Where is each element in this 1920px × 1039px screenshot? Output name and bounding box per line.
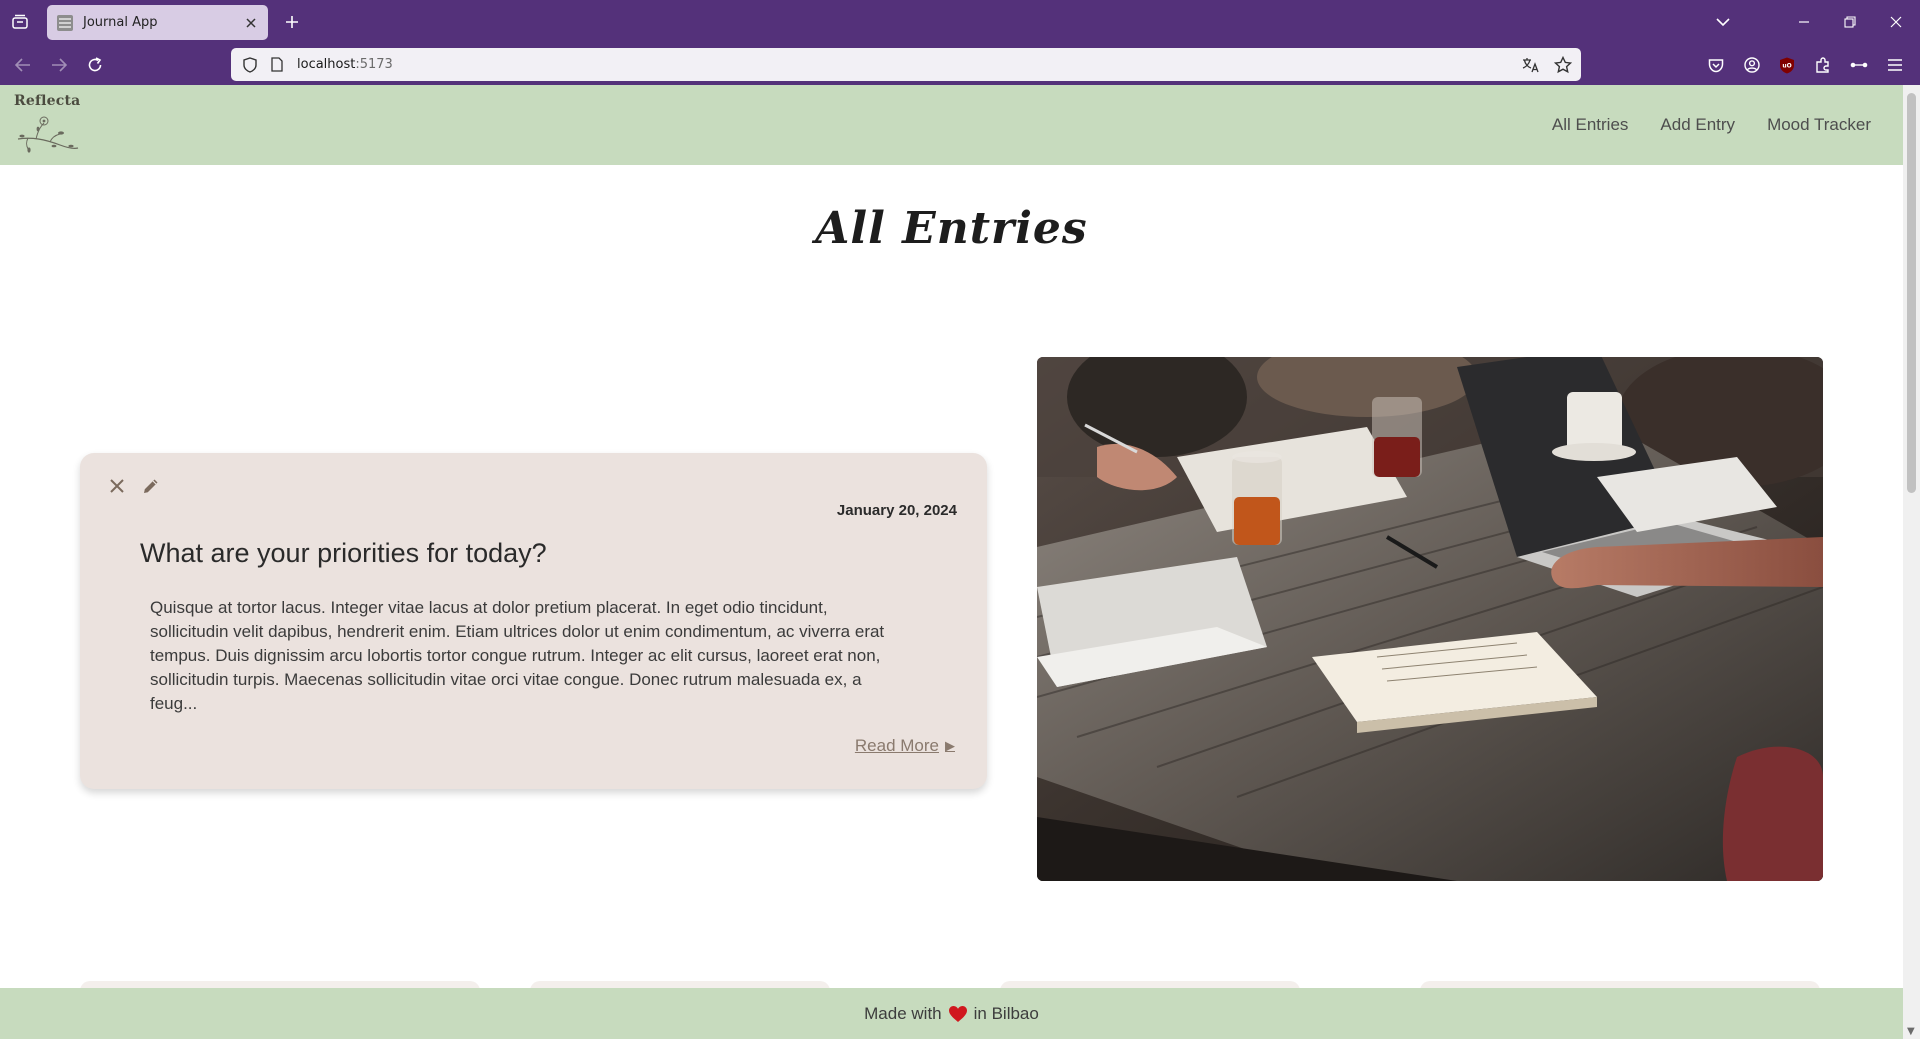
site-footer: Made with in Bilbao bbox=[0, 988, 1903, 1039]
entry-excerpt: Quisque at tortor lacus. Integer vitae l… bbox=[150, 598, 885, 713]
footer-text-before: Made with bbox=[864, 1003, 942, 1023]
ublock-icon[interactable]: uO bbox=[1774, 52, 1800, 78]
logo-branch-icon bbox=[17, 116, 79, 153]
site-nav: All Entries Add Entry Mood Tracker bbox=[1552, 85, 1871, 165]
tab-list-icon[interactable] bbox=[8, 10, 32, 34]
account-icon[interactable] bbox=[1739, 52, 1765, 78]
footer-text-after: in Bilbao bbox=[973, 1003, 1039, 1023]
bookmark-star-icon[interactable] bbox=[1549, 51, 1577, 79]
nav-link-all-entries[interactable]: All Entries bbox=[1552, 115, 1629, 135]
close-window-icon[interactable] bbox=[1873, 0, 1919, 44]
address-bar[interactable]: localhost:5173 bbox=[231, 48, 1581, 81]
scroll-down-icon[interactable]: ▼ bbox=[1907, 1026, 1915, 1037]
extensions-icon[interactable] bbox=[1810, 52, 1836, 78]
tab-title: Journal App bbox=[83, 15, 158, 30]
url-host: localhost bbox=[297, 57, 356, 72]
page-icon[interactable] bbox=[269, 56, 285, 74]
site-header: Reflecta All Entries Add Entry Mood Trac… bbox=[0, 85, 1903, 165]
heart-icon bbox=[948, 1005, 968, 1023]
url-text[interactable]: localhost:5173 bbox=[297, 57, 1517, 72]
page-scrollbar[interactable]: ▼ bbox=[1903, 85, 1920, 1039]
svg-text:uO: uO bbox=[1782, 62, 1791, 69]
page-viewport: Reflecta All Entries Add Entry Mood Trac… bbox=[0, 85, 1903, 1039]
play-arrow-icon: ▶ bbox=[945, 738, 955, 753]
forward-icon[interactable] bbox=[46, 52, 72, 78]
tab-favicon-icon bbox=[57, 14, 73, 31]
url-port: :5173 bbox=[355, 57, 393, 72]
nav-link-add-entry[interactable]: Add Entry bbox=[1660, 115, 1735, 135]
back-icon[interactable] bbox=[10, 52, 36, 78]
browser-toolbar: localhost:5173 uO bbox=[0, 44, 1920, 85]
nav-link-mood-tracker[interactable]: Mood Tracker bbox=[1767, 115, 1871, 135]
translate-icon[interactable] bbox=[1517, 51, 1545, 79]
more-tools-icon[interactable] bbox=[1846, 52, 1872, 78]
minimize-window-icon[interactable] bbox=[1781, 0, 1827, 44]
reload-icon[interactable] bbox=[82, 52, 108, 78]
entry-photo bbox=[1037, 357, 1823, 881]
page-title: All Entries bbox=[815, 203, 1088, 254]
browser-tab-bar: Journal App bbox=[0, 0, 1920, 44]
site-logo[interactable]: Reflecta bbox=[14, 93, 84, 157]
entry-actions bbox=[104, 473, 164, 499]
entry-card: January 20, 2024 What are your prioritie… bbox=[80, 453, 987, 789]
scrollbar-thumb[interactable] bbox=[1907, 93, 1916, 493]
list-all-tabs-icon[interactable] bbox=[1700, 0, 1746, 44]
pocket-icon[interactable] bbox=[1703, 52, 1729, 78]
delete-icon[interactable] bbox=[104, 473, 130, 499]
close-tab-icon[interactable] bbox=[240, 12, 262, 34]
read-more-link[interactable]: Read More ▶ bbox=[855, 736, 955, 756]
entry-date: January 20, 2024 bbox=[836, 502, 957, 519]
entry-title: What are your priorities for today? bbox=[140, 538, 547, 568]
shield-icon[interactable] bbox=[241, 56, 259, 74]
restore-window-icon[interactable] bbox=[1827, 0, 1873, 44]
new-tab-icon[interactable] bbox=[280, 10, 304, 34]
edit-pencil-icon[interactable] bbox=[138, 473, 164, 499]
logo-text: Reflecta bbox=[14, 93, 81, 109]
read-more-label: Read More bbox=[854, 736, 939, 755]
menu-icon[interactable] bbox=[1882, 52, 1908, 78]
browser-tab-active[interactable]: Journal App bbox=[47, 5, 268, 40]
